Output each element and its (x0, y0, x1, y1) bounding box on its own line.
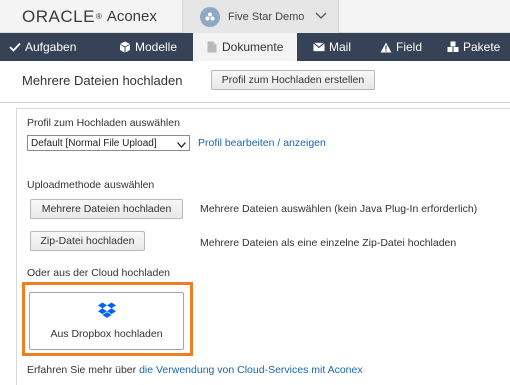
mail-icon (313, 41, 325, 53)
top-bar: ORACLE ® Aconex Five Star Demo (0, 0, 510, 33)
multi-file-upload-button[interactable]: Mehrere Dateien hochladen (30, 199, 183, 219)
nav-mail[interactable]: Mail (297, 33, 366, 61)
project-name: Five Star Demo (228, 10, 305, 23)
project-icon (200, 6, 220, 27)
page-title: Mehrere Dateien hochladen (22, 73, 183, 88)
packages-icon (447, 41, 459, 53)
multi-file-upload-description: Mehrere Dateien auswählen (kein Java Plu… (200, 203, 478, 215)
cloud-services-link[interactable]: die Verwendung von Cloud-Services mit Ac… (139, 364, 363, 376)
dropbox-upload-button[interactable]: Aus Dropbox hochladen (29, 292, 184, 350)
zip-upload-description: Mehrere Dateien als eine einzelne Zip-Da… (200, 237, 457, 249)
brand-aconex: Aconex (106, 8, 157, 25)
project-selector[interactable]: Five Star Demo (182, 0, 339, 33)
cloud-info-prefix: Erfahren Sie mehr über (27, 364, 137, 376)
chevron-down-icon (315, 11, 327, 23)
checkmark-icon (9, 41, 21, 53)
cube-icon (119, 41, 131, 53)
chevron-down-icon (177, 140, 186, 151)
create-upload-profile-button[interactable]: Profil zum Hochladen erstellen (211, 70, 375, 90)
nav-label: Pakete (463, 40, 501, 54)
upload-profile-value: Default [Normal File Upload] (31, 137, 157, 149)
nav-label: Aufgaben (25, 40, 77, 54)
nav-pakete[interactable]: Pakete (435, 33, 510, 61)
dropbox-button-label: Aus Dropbox hochladen (50, 328, 163, 340)
nav-label: Field (396, 40, 423, 54)
brand-oracle: ORACLE (22, 6, 95, 26)
header-divider (0, 102, 510, 103)
upload-profile-select[interactable]: Default [Normal File Upload] (27, 135, 190, 151)
cloud-info-text: Erfahren Sie mehr über die Verwendung vo… (27, 364, 363, 376)
nav-field[interactable]: Field (366, 33, 435, 61)
profile-label: Profil zum Hochladen auswählen (27, 117, 180, 129)
document-icon (206, 41, 218, 53)
nav-label: Mail (329, 40, 352, 54)
main-nav: Aufgaben Modelle Dokumente Mail Field Pa… (0, 33, 510, 61)
upload-method-label: Uploadmethode auswählen (27, 179, 155, 191)
nav-aufgaben[interactable]: Aufgaben (0, 33, 99, 61)
dropbox-highlight: Aus Dropbox hochladen (22, 282, 193, 356)
nav-label: Modelle (135, 40, 178, 54)
cloud-upload-label: Oder aus der Cloud hochladen (27, 267, 171, 279)
dropbox-icon (97, 302, 116, 321)
oracle-aconex-logo[interactable]: ORACLE ® Aconex (0, 0, 182, 33)
zip-upload-button[interactable]: Zip-Datei hochladen (30, 231, 145, 251)
warning-triangle-icon (380, 41, 392, 53)
nav-label: Dokumente (222, 40, 284, 54)
nav-dokumente[interactable]: Dokumente (193, 33, 297, 61)
edit-profile-link[interactable]: Profil bearbeiten / anzeigen (198, 137, 326, 149)
nav-modelle[interactable]: Modelle (99, 33, 193, 61)
